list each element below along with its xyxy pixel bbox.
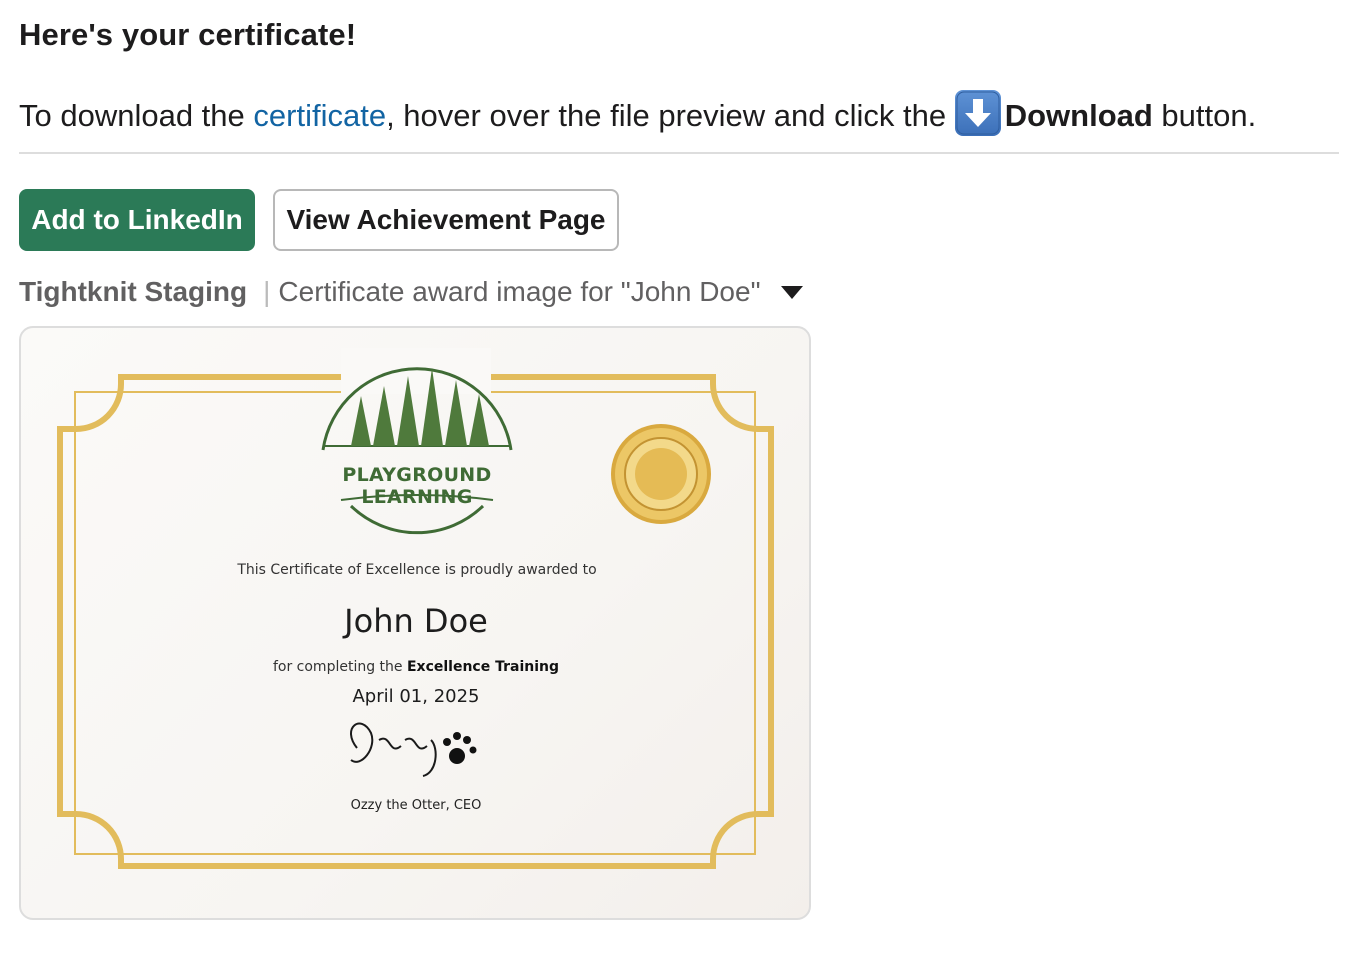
message-heading: Here's your certificate! [19,17,357,52]
file-attachment-header: Tightknit Staging | Certificate award im… [19,276,803,308]
organization-name: PLAYGROUND LEARNING [342,464,492,508]
file-title: Certificate award image for "John Doe" [278,276,761,307]
completion-prefix: for completing the [272,659,407,675]
completion-line: for completing the Excellence Training [21,659,809,675]
download-instructions: To download the certificate, hover over … [19,90,1256,136]
add-to-linkedin-button[interactable]: Add to LinkedIn [19,189,255,251]
signer-name: Ozzy the Otter, CEO [350,798,482,813]
download-bold-text: Download [1004,98,1153,133]
certificate-file-preview[interactable]: PLAYGROUND LEARNING This Certificate of … [19,326,811,920]
gold-seal-icon [611,424,711,524]
certificate-date: April 01, 2025 [352,686,480,707]
instructions-prefix: To download the [19,98,254,133]
signature-image [350,722,477,777]
certificate-link[interactable]: certificate [253,98,386,133]
message-divider [19,152,1339,154]
award-line: This Certificate of Excellence is proudl… [237,562,597,578]
instructions-suffix: button. [1152,98,1257,133]
view-achievement-page-button[interactable]: View Achievement Page [273,189,619,251]
course-name: Excellence Training [406,659,560,675]
caret-down-icon[interactable] [780,285,803,299]
arrow-down-icon [954,90,1001,136]
file-separator: | [263,276,271,307]
file-source-name: Tightknit Staging [19,276,248,307]
instructions-middle: , hover over the file preview and click … [386,98,955,133]
recipient-name: John Doe [344,602,488,640]
